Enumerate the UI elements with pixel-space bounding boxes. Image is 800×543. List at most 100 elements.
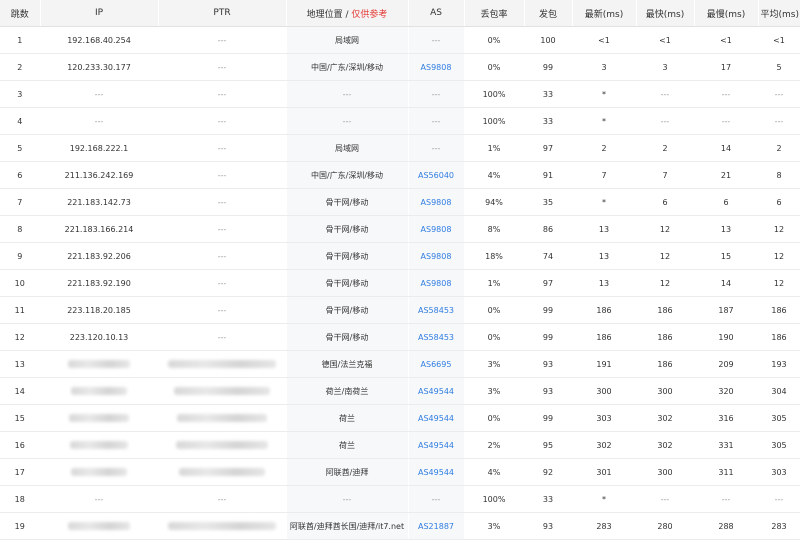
best-cell-text: 6: [662, 197, 668, 207]
hop-cell: 11: [0, 296, 41, 324]
as-link[interactable]: AS9808: [421, 225, 452, 234]
worst-cell: 6: [694, 188, 759, 216]
last-cell: 13: [572, 269, 637, 297]
as-text: ---: [431, 89, 441, 99]
worst-cell: 320: [694, 377, 759, 405]
geo-cell-text: 中国/广东/深圳/移动: [310, 170, 384, 180]
avg-cell-text: 186: [771, 305, 787, 315]
ptr-cell-redacted: [177, 414, 267, 422]
last-cell: 7: [572, 161, 637, 189]
sent-cell: 93: [524, 512, 573, 540]
as-cell: ---: [408, 485, 465, 513]
loss-cell-text: 0%: [487, 305, 501, 315]
worst-cell: 187: [694, 296, 759, 324]
loss-cell-text: 2%: [487, 440, 501, 450]
hop-cell-text: 19: [14, 521, 25, 531]
best-cell-text: 7: [662, 170, 668, 180]
loss-cell-text: 1%: [487, 278, 501, 288]
as-link[interactable]: AS6695: [421, 360, 452, 369]
ip-cell-redacted: [68, 360, 130, 368]
as-link[interactable]: AS9808: [421, 63, 452, 72]
as-link[interactable]: AS49544: [418, 387, 454, 396]
ptr-cell: ---: [158, 26, 287, 54]
best-cell-text: ---: [660, 116, 670, 126]
traceroute-table: 跳数 IP PTR 地理位置 / 仅供参考 AS 丢包率 发包 最新(ms) 最…: [0, 0, 800, 540]
ptr-cell-redacted: [168, 360, 276, 368]
geo-cell-text: 阿联酋/迪拜: [325, 467, 369, 477]
worst-cell-text: 288: [718, 521, 734, 531]
geo-cell-text: 局域网: [335, 35, 359, 45]
worst-cell-text: 311: [718, 467, 734, 477]
table-row: 2 120.233.30.177 --- 中国/广东/深圳/移动 AS9808 0% 99 3…: [0, 53, 800, 81]
as-link[interactable]: AS49544: [418, 441, 454, 450]
col-ip: IP: [40, 0, 159, 27]
loss-cell: 1%: [464, 134, 525, 162]
worst-cell-text: 14: [720, 143, 732, 153]
ptr-cell: ---: [158, 161, 287, 189]
col-avg: 平均(ms): [758, 0, 800, 27]
best-cell: 6: [636, 188, 695, 216]
worst-cell: 316: [694, 404, 759, 432]
loss-cell: 100%: [464, 485, 525, 513]
last-cell: 13: [572, 242, 637, 270]
geo-cell: 局域网: [286, 134, 409, 162]
ptr-cell-text: ---: [217, 251, 227, 261]
worst-cell-text: ---: [721, 89, 731, 99]
worst-cell: ---: [694, 107, 759, 135]
ptr-cell-text: ---: [217, 62, 227, 72]
sent-cell: 93: [524, 350, 573, 378]
as-cell: AS9808: [408, 215, 465, 243]
loss-cell: 100%: [464, 107, 525, 135]
last-cell: 191: [572, 350, 637, 378]
last-cell-text: 186: [596, 305, 612, 315]
geo-cell-text: 荷兰: [339, 413, 355, 423]
as-link[interactable]: AS9808: [421, 279, 452, 288]
as-link[interactable]: AS21887: [418, 522, 454, 531]
loss-cell-text: 94%: [485, 197, 503, 207]
as-link[interactable]: AS9808: [421, 198, 452, 207]
geo-cell: 荷兰: [286, 404, 409, 432]
avg-cell-text: ---: [774, 116, 784, 126]
ptr-cell-text: ---: [217, 89, 227, 99]
last-cell-text: 3: [601, 62, 607, 72]
ip-cell-redacted: [69, 414, 129, 422]
best-cell: 300: [636, 458, 695, 486]
last-cell: 13: [572, 215, 637, 243]
loss-cell-text: 0%: [487, 332, 501, 342]
geo-cell-text: 骨干网/移动: [325, 305, 369, 315]
as-cell: ---: [408, 134, 465, 162]
worst-cell: <1: [694, 26, 759, 54]
sent-cell-text: 99: [542, 305, 554, 315]
best-cell: ---: [636, 80, 695, 108]
avg-cell-text: 303: [771, 467, 787, 477]
as-link[interactable]: AS49544: [418, 414, 454, 423]
avg-cell-text: ---: [774, 494, 784, 504]
avg-cell-text: <1: [773, 35, 785, 45]
geo-cell: 骨干网/移动: [286, 215, 409, 243]
geo-cell: 局域网: [286, 26, 409, 54]
as-link[interactable]: AS56040: [418, 171, 454, 180]
as-text: ---: [431, 35, 441, 45]
as-link[interactable]: AS9808: [421, 252, 452, 261]
best-cell-text: 2: [662, 143, 668, 153]
avg-cell: ---: [758, 80, 800, 108]
ptr-cell-text: ---: [217, 170, 227, 180]
geo-cell-text: ---: [342, 116, 352, 126]
col-geo-label: 地理位置 /: [306, 9, 349, 20]
worst-cell-text: 21: [720, 170, 732, 180]
worst-cell-text: 331: [718, 440, 734, 450]
sent-cell-text: 33: [542, 89, 554, 99]
ip-cell-text: ---: [94, 116, 104, 126]
avg-cell-text: 12: [773, 224, 785, 234]
as-link[interactable]: AS58453: [418, 333, 454, 342]
hop-cell-text: 2: [17, 62, 23, 72]
as-link[interactable]: AS49544: [418, 468, 454, 477]
table-row: 8 221.183.166.214 --- 骨干网/移动 AS9808 8% 86 13 12 1…: [0, 215, 800, 243]
as-link[interactable]: AS58453: [418, 306, 454, 315]
sent-cell-text: 99: [542, 62, 554, 72]
ptr-cell: ---: [158, 485, 287, 513]
as-cell: AS9808: [408, 269, 465, 297]
sent-cell: 99: [524, 53, 573, 81]
avg-cell: <1: [758, 26, 800, 54]
avg-cell-text: 6: [776, 197, 782, 207]
